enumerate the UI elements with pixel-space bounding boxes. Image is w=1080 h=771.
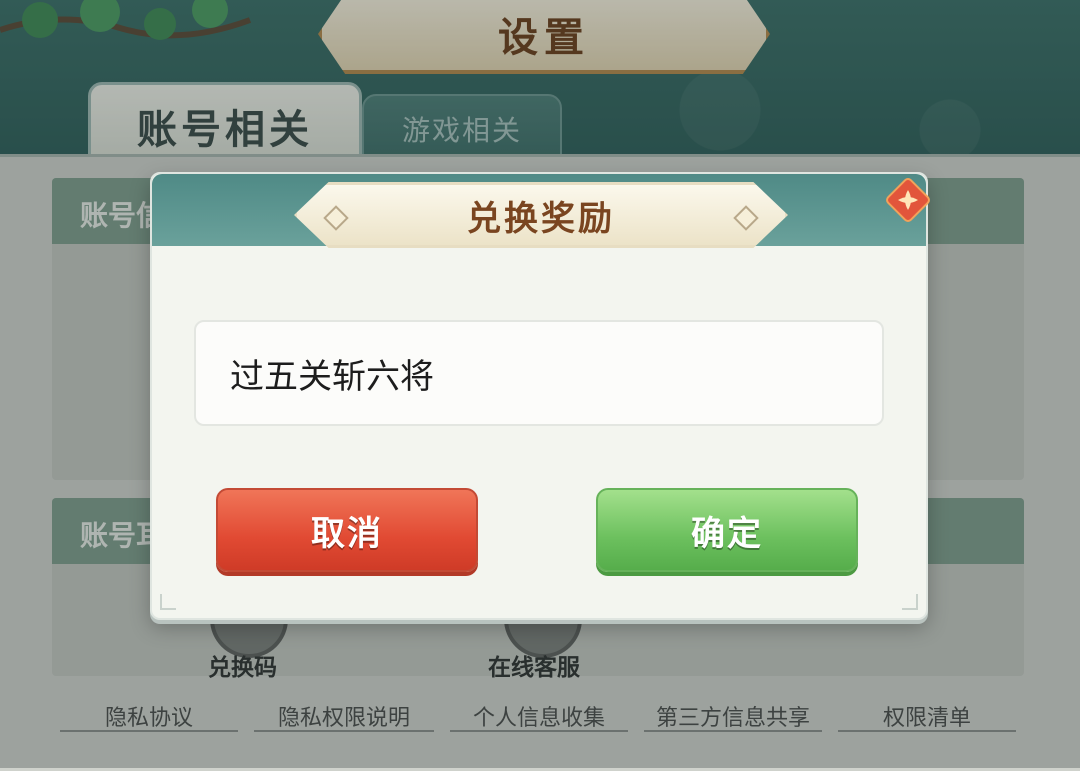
corner-ornament-icon: [902, 594, 918, 610]
cancel-button[interactable]: 取消: [216, 488, 478, 572]
diamond-ornament-icon: [733, 205, 759, 231]
chinese-knot-icon: [886, 178, 930, 222]
redeem-code-input[interactable]: [228, 352, 882, 394]
confirm-button[interactable]: 确定: [596, 488, 858, 572]
dialog-title-banner: 兑换奖励: [294, 182, 788, 248]
diamond-ornament-icon: [323, 205, 349, 231]
redeem-code-field[interactable]: [194, 320, 884, 426]
corner-ornament-icon: [160, 594, 176, 610]
redeem-dialog: 兑换奖励 取消 确定: [150, 172, 928, 620]
dialog-title: 兑换奖励: [467, 198, 615, 239]
